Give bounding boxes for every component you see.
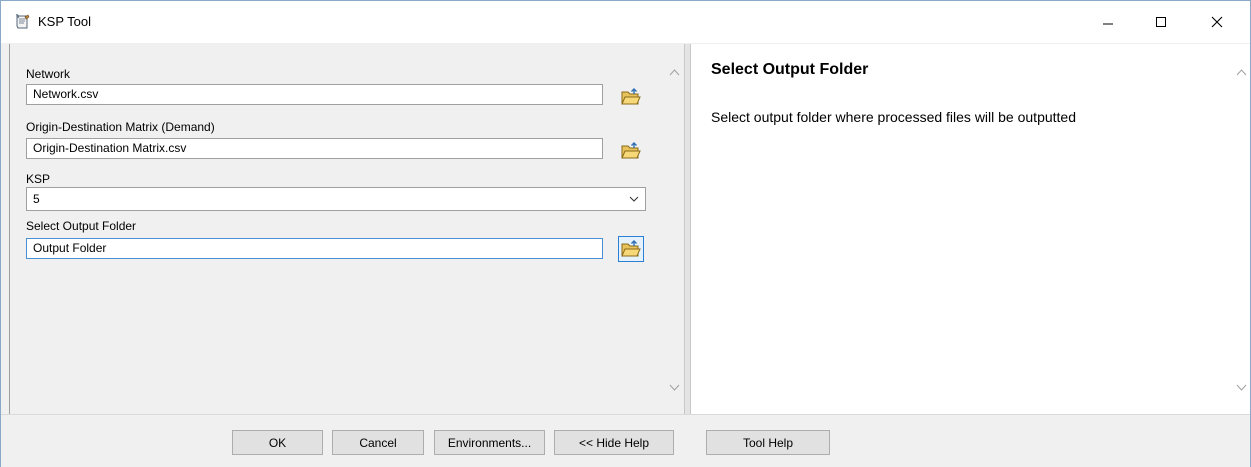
tool-help-button[interactable]: Tool Help bbox=[706, 430, 830, 455]
environments-button[interactable]: Environments... bbox=[434, 430, 545, 455]
od-matrix-input[interactable]: Origin-Destination Matrix.csv bbox=[26, 138, 603, 159]
help-pane bbox=[690, 44, 1250, 414]
help-scrollbar[interactable] bbox=[1233, 44, 1250, 414]
output-folder-label: Select Output Folder bbox=[26, 219, 137, 233]
scroll-up-icon bbox=[669, 69, 680, 76]
scroll-up-icon bbox=[1236, 69, 1247, 76]
ok-button[interactable]: OK bbox=[232, 430, 323, 455]
network-browse-button[interactable] bbox=[618, 84, 644, 110]
maximize-icon bbox=[1156, 17, 1166, 27]
cancel-button[interactable]: Cancel bbox=[332, 430, 424, 455]
minimize-button[interactable] bbox=[1085, 1, 1131, 43]
close-icon bbox=[1211, 16, 1223, 28]
script-tool-icon bbox=[13, 13, 31, 31]
title-bar[interactable]: KSP Tool bbox=[1, 1, 1250, 43]
open-folder-icon bbox=[621, 142, 641, 159]
network-input[interactable]: Network.csv bbox=[26, 84, 603, 105]
window-title: KSP Tool bbox=[38, 14, 92, 29]
ksp-dropdown[interactable]: 5 bbox=[26, 187, 646, 211]
chevron-down-icon bbox=[629, 196, 639, 202]
od-matrix-browse-button[interactable] bbox=[618, 138, 644, 164]
parameters-scrollbar[interactable] bbox=[666, 44, 683, 414]
open-folder-icon bbox=[621, 240, 641, 257]
help-description: Select output folder where processed fil… bbox=[711, 109, 1076, 125]
maximize-button[interactable] bbox=[1138, 1, 1184, 43]
minimize-icon bbox=[1103, 23, 1113, 25]
output-folder-input[interactable]: Output Folder bbox=[26, 238, 603, 259]
od-matrix-label: Origin-Destination Matrix (Demand) bbox=[26, 120, 215, 134]
output-folder-browse-button[interactable] bbox=[618, 236, 644, 262]
scroll-down-icon bbox=[1236, 384, 1247, 391]
network-label: Network bbox=[26, 67, 71, 81]
help-title: Select Output Folder bbox=[711, 61, 869, 78]
button-bar: OK Cancel Environments... << Hide Help T… bbox=[1, 414, 1250, 467]
ksp-selected-value: 5 bbox=[33, 192, 40, 206]
scroll-down-icon bbox=[669, 384, 680, 391]
ksp-tool-window: KSP Tool Network Network.csv Origin-Dest… bbox=[0, 0, 1251, 467]
hide-help-button[interactable]: << Hide Help bbox=[554, 430, 674, 455]
open-folder-icon bbox=[621, 88, 641, 105]
close-button[interactable] bbox=[1194, 1, 1240, 43]
ksp-label: KSP bbox=[26, 172, 51, 186]
